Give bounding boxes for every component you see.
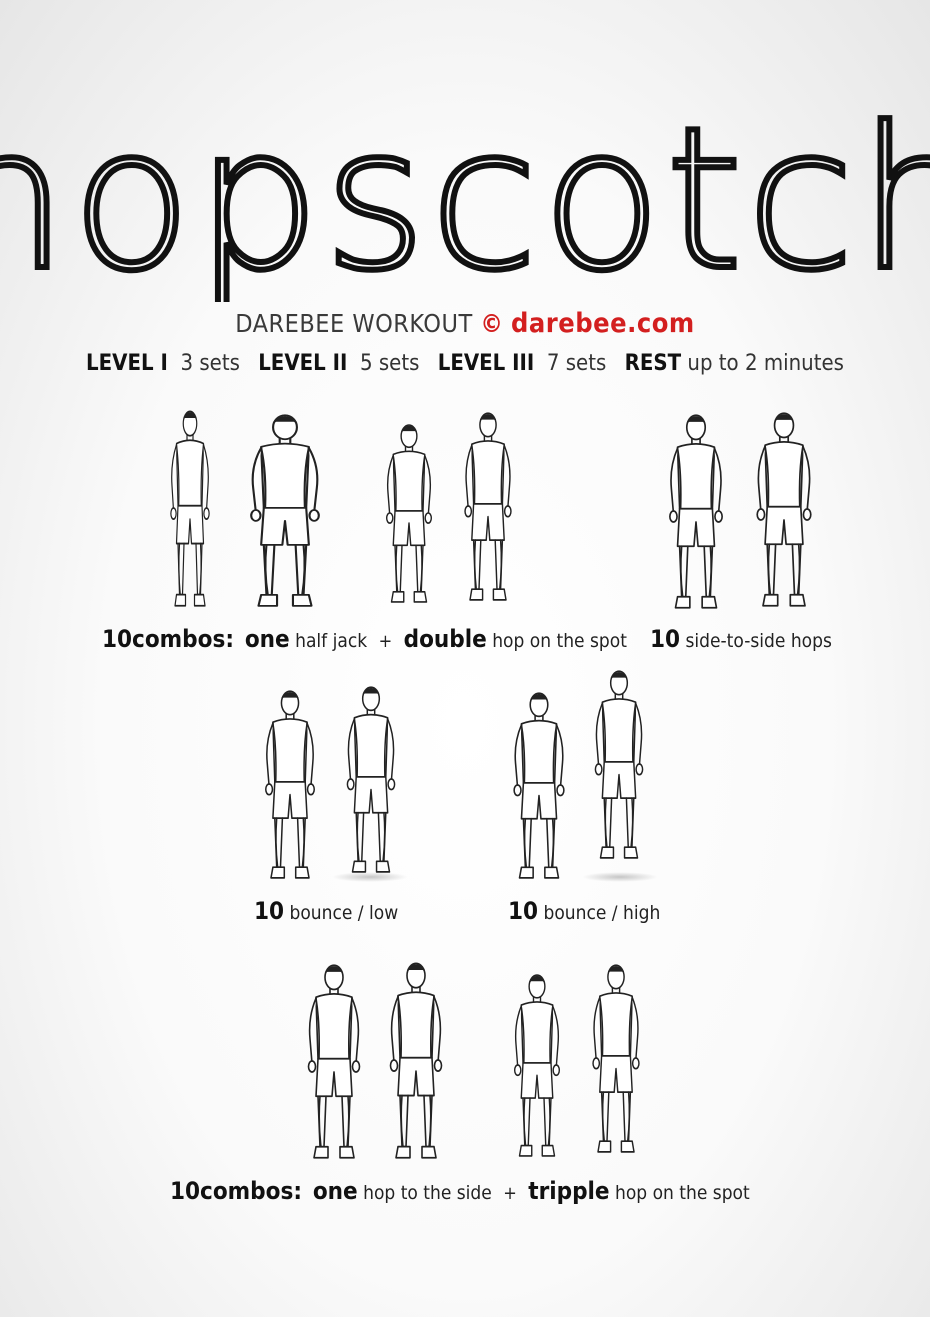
rest-value: up to 2 minutes (687, 351, 844, 376)
caption-exercise-1: 10combos: one half jack + double hop on … (102, 625, 627, 653)
figure-bounce-low-2 (334, 684, 408, 874)
ex5-word-1: one (312, 1177, 358, 1205)
ex4-text: bounce / high (543, 902, 661, 924)
figure-tripple-hop-1 (502, 972, 572, 1158)
figure-side-hop-2 (742, 410, 826, 608)
ex1-text-2: hop on the spot (492, 630, 627, 652)
level-2-label: LEVEL II (258, 351, 348, 376)
figure-bounce-high-1 (500, 690, 578, 880)
shadow-low (332, 872, 408, 882)
ex5-count: 10combos: (170, 1177, 302, 1205)
title-text: hopscotch (0, 92, 930, 302)
caption-exercise-4: 10 bounce / high (508, 897, 660, 925)
shadow-high (582, 872, 658, 882)
caption-exercise-2: 10 side-to-side hops (650, 625, 832, 653)
figure-tripple-hop-2 (580, 962, 652, 1154)
level-1-value: 3 sets (180, 351, 240, 376)
level-1: LEVEL I 3 sets (86, 351, 240, 376)
ex1-count: 10combos: (102, 625, 234, 653)
copyright-symbol: © (480, 309, 504, 338)
caption-exercise-3: 10 bounce / low (254, 897, 398, 925)
ex1-word-1: one (244, 625, 290, 653)
figure-double-hop-1 (374, 422, 444, 604)
ex4-count: 10 (508, 897, 539, 925)
ex3-text: bounce / low (289, 902, 399, 924)
brand-link[interactable]: darebee.com (511, 308, 695, 339)
figure-half-jack-wide (232, 412, 338, 608)
ex3-count: 10 (254, 897, 285, 925)
rest: REST up to 2 minutes (625, 351, 844, 376)
level-2: LEVEL II 5 sets (258, 351, 419, 376)
level-1-label: LEVEL I (86, 351, 168, 376)
level-3-value: 7 sets (546, 351, 607, 376)
ex1-word-2: double (403, 625, 487, 653)
level-3: LEVEL III 7 sets (438, 351, 607, 376)
levels-bar: LEVEL I 3 sets LEVEL II 5 sets LEVEL III… (0, 351, 930, 376)
figure-side-hop-1 (655, 412, 737, 610)
figure-hop-side-1 (294, 962, 374, 1160)
figure-bounce-high-2 (582, 668, 656, 860)
ex5-text-2: hop on the spot (615, 1182, 750, 1204)
ex1-plus: + (378, 631, 393, 652)
figure-hop-side-2 (376, 960, 456, 1160)
level-3-label: LEVEL III (437, 351, 535, 376)
figure-half-jack-start (160, 408, 220, 608)
subtitle: DAREBEE WORKOUT © darebee.com (0, 308, 930, 339)
subtitle-prefix: DAREBEE WORKOUT (235, 309, 473, 338)
ex1-text-1: half jack (295, 630, 368, 652)
figure-bounce-low-1 (252, 688, 328, 880)
ex5-text-1: hop to the side (363, 1182, 492, 1204)
ex2-text: side-to-side hops (685, 630, 832, 652)
caption-exercise-5: 10combos: one hop to the side + tripple … (170, 1177, 750, 1205)
ex5-plus: + (503, 1183, 517, 1204)
figure-double-hop-2 (452, 410, 524, 602)
title-lettering: hopscotch (0, 83, 930, 317)
rest-label: REST (624, 351, 682, 376)
ex5-word-2: tripple (528, 1177, 610, 1205)
ex2-count: 10 (650, 625, 681, 653)
level-2-value: 5 sets (359, 351, 420, 376)
workout-title: hopscotch (0, 83, 930, 317)
